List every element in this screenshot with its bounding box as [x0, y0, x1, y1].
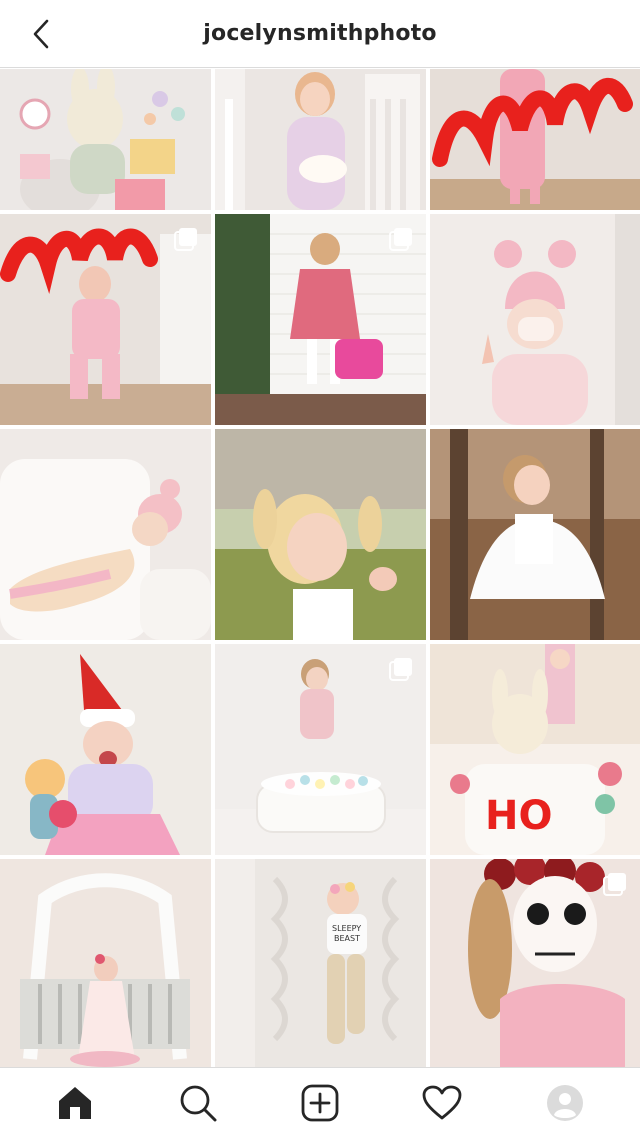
multiple-photos-icon: [174, 228, 197, 251]
multiple-photos-icon: [389, 228, 412, 251]
search-icon: [180, 1085, 217, 1122]
post-image: [430, 214, 640, 425]
post-thumbnail[interactable]: [0, 644, 211, 855]
post-thumbnail[interactable]: [215, 214, 426, 425]
post-image: HO: [430, 644, 640, 855]
chevron-left-icon: [33, 19, 49, 49]
post-image: [0, 429, 211, 640]
heart-icon: [422, 1085, 462, 1120]
activity-button[interactable]: [414, 1075, 470, 1131]
multiple-photos-icon: [389, 658, 412, 681]
profile-username: jocelynsmithphoto: [203, 21, 437, 46]
post-image: [430, 429, 640, 640]
post-thumbnail[interactable]: [215, 429, 426, 640]
post-thumbnail[interactable]: [0, 429, 211, 640]
post-image: [0, 69, 211, 210]
profile-avatar-icon: [546, 1085, 583, 1121]
post-thumbnail[interactable]: [430, 69, 640, 210]
post-thumbnail[interactable]: [0, 69, 211, 210]
multiple-photos-icon: [603, 873, 626, 896]
post-thumbnail[interactable]: SLEEPY BEAST: [215, 859, 426, 1067]
svg-text:BEAST: BEAST: [334, 934, 360, 943]
post-image: [215, 429, 426, 640]
post-thumbnail[interactable]: [0, 859, 211, 1067]
post-thumbnail[interactable]: [430, 214, 640, 425]
post-thumbnail[interactable]: [215, 644, 426, 855]
search-button[interactable]: [170, 1075, 226, 1131]
post-image: [0, 644, 211, 855]
post-image: [0, 859, 211, 1067]
post-image: SLEEPY BEAST: [215, 859, 426, 1067]
post-thumbnail[interactable]: [430, 859, 640, 1067]
svg-text:SLEEPY: SLEEPY: [332, 924, 361, 933]
svg-text:HO: HO: [485, 793, 552, 839]
profile-header: jocelynsmithphoto: [0, 0, 640, 68]
post-image: [430, 69, 640, 210]
post-grid: HO SLEEPY BEAST: [0, 69, 640, 1067]
post-thumbnail[interactable]: HO: [430, 644, 640, 855]
bottom-navigation: [0, 1067, 640, 1138]
new-post-icon: [301, 1084, 339, 1122]
post-thumbnail[interactable]: [430, 429, 640, 640]
new-post-button[interactable]: [292, 1075, 348, 1131]
back-button[interactable]: [22, 14, 62, 54]
post-thumbnail[interactable]: [0, 214, 211, 425]
profile-button[interactable]: [537, 1075, 593, 1131]
post-image: [215, 69, 426, 210]
home-icon: [59, 1087, 92, 1119]
home-button[interactable]: [47, 1075, 103, 1131]
post-thumbnail[interactable]: [215, 69, 426, 210]
